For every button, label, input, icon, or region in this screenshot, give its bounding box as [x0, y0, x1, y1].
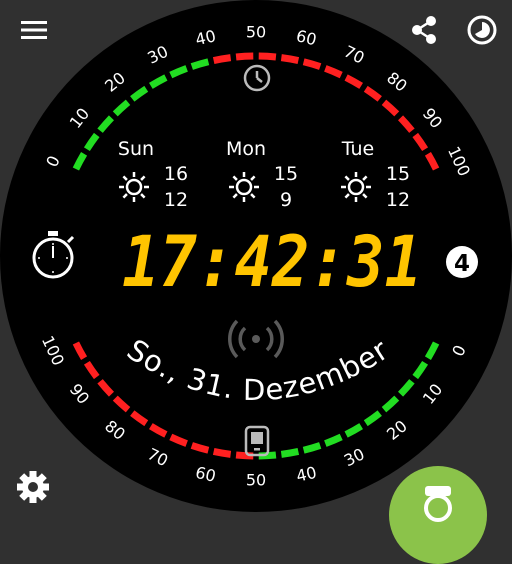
weather-low-temp: 12 — [164, 189, 188, 211]
weather-high-temp: 15 — [274, 163, 298, 185]
weather-high-temp: 16 — [164, 163, 188, 185]
top-gauge-segment — [302, 58, 322, 70]
weather-low-temp: 12 — [386, 189, 410, 211]
notification-count: 4 — [454, 251, 470, 277]
bottom-gauge-segment — [280, 448, 300, 458]
bottom-gauge-segment — [302, 442, 322, 454]
watch-icon — [424, 486, 452, 522]
weather-day-label: Tue — [341, 138, 374, 160]
top-gauge-segment — [280, 54, 300, 64]
weather-day-label: Mon — [226, 138, 266, 160]
weather-day-label: Sun — [118, 138, 154, 160]
gear-icon — [17, 471, 49, 503]
watch-fab-button[interactable] — [389, 466, 487, 564]
top-gauge-segment — [190, 58, 210, 70]
top-gauge-segment — [235, 52, 254, 61]
settings-button[interactable] — [12, 466, 54, 508]
time-display: 17:42:31 — [122, 221, 422, 303]
top-gauge-segment — [258, 52, 277, 61]
weather-low-temp: 9 — [280, 189, 292, 211]
top-gauge-label: 50 — [246, 23, 266, 42]
bottom-gauge-segment — [212, 448, 232, 458]
watch-face: 010203040 50 60708090100 01020304050607080… — [0, 0, 512, 512]
weather-high-temp: 15 — [386, 163, 410, 185]
bottom-gauge-segment — [190, 442, 210, 454]
bottom-gauge-label: 50 — [246, 471, 266, 490]
notification-badge[interactable]: 4 — [446, 246, 478, 278]
top-gauge-segment — [212, 54, 232, 64]
